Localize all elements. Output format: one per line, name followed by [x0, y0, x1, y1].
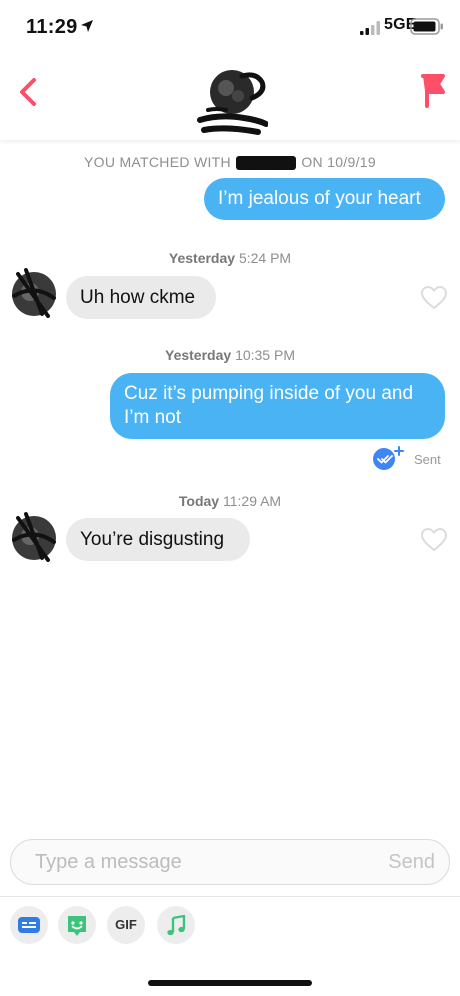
report-flag-icon[interactable]: [418, 72, 448, 110]
signal-icon: [360, 21, 380, 35]
battery-icon: [410, 18, 443, 35]
like-heart-icon[interactable]: [421, 528, 447, 552]
match-avatar-small[interactable]: [8, 510, 60, 562]
status-time: 11:29: [26, 16, 78, 38]
gif-button[interactable]: GIF: [107, 906, 145, 944]
message-input[interactable]: Type a message: [35, 851, 182, 874]
match-avatar[interactable]: [196, 64, 268, 136]
gif-label: GIF: [115, 917, 137, 932]
message-timestamp: Yesterday 10:35 PM: [0, 347, 460, 363]
send-button[interactable]: Send: [388, 851, 435, 874]
timestamp-day: Yesterday: [168, 250, 236, 266]
match-notice: YOU MATCHED WITH ON 10/9/19: [0, 154, 460, 171]
read-receipt-check-icon: [373, 446, 404, 470]
sticker-face-icon: [68, 916, 86, 936]
message-timestamp: Today 11:29 AM: [0, 493, 460, 509]
sent-status: Sent: [414, 452, 441, 467]
timestamp-day: Today: [178, 493, 220, 509]
sticker-button[interactable]: [58, 906, 96, 944]
timestamp-time: 5:24 PM: [238, 250, 292, 266]
message-composer[interactable]: Type a message Send: [10, 839, 450, 885]
match-notice-date: ON 10/9/19: [301, 154, 376, 170]
status-bar: 11:29 5GE: [0, 0, 460, 56]
timestamp-time: 11:29 AM: [222, 493, 282, 509]
incoming-message-bubble[interactable]: You’re disgusting: [66, 518, 250, 561]
home-indicator: [148, 980, 312, 986]
outgoing-message-bubble[interactable]: I’m jealous of your heart: [204, 178, 445, 220]
message-timestamp: Yesterday 5:24 PM: [0, 250, 460, 266]
timestamp-time: 10:35 PM: [235, 347, 295, 363]
chat-header: [0, 56, 460, 140]
timestamp-day: Yesterday: [165, 347, 232, 363]
music-button[interactable]: [157, 906, 195, 944]
like-heart-icon[interactable]: [421, 286, 447, 310]
toolbar-divider: [0, 896, 460, 897]
match-notice-prefix: YOU MATCHED WITH: [84, 154, 231, 170]
contact-card-button[interactable]: [10, 906, 48, 944]
location-arrow-icon: [81, 20, 93, 32]
outgoing-message-bubble[interactable]: Cuz it’s pumping inside of you and I’m n…: [110, 373, 445, 439]
incoming-message-bubble[interactable]: Uh how ckme: [66, 276, 216, 319]
music-note-icon: [167, 914, 186, 936]
match-avatar-small[interactable]: [8, 266, 60, 318]
contact-card-icon: [18, 917, 40, 933]
redacted-name: [236, 156, 297, 171]
back-chevron-icon[interactable]: [14, 74, 44, 110]
